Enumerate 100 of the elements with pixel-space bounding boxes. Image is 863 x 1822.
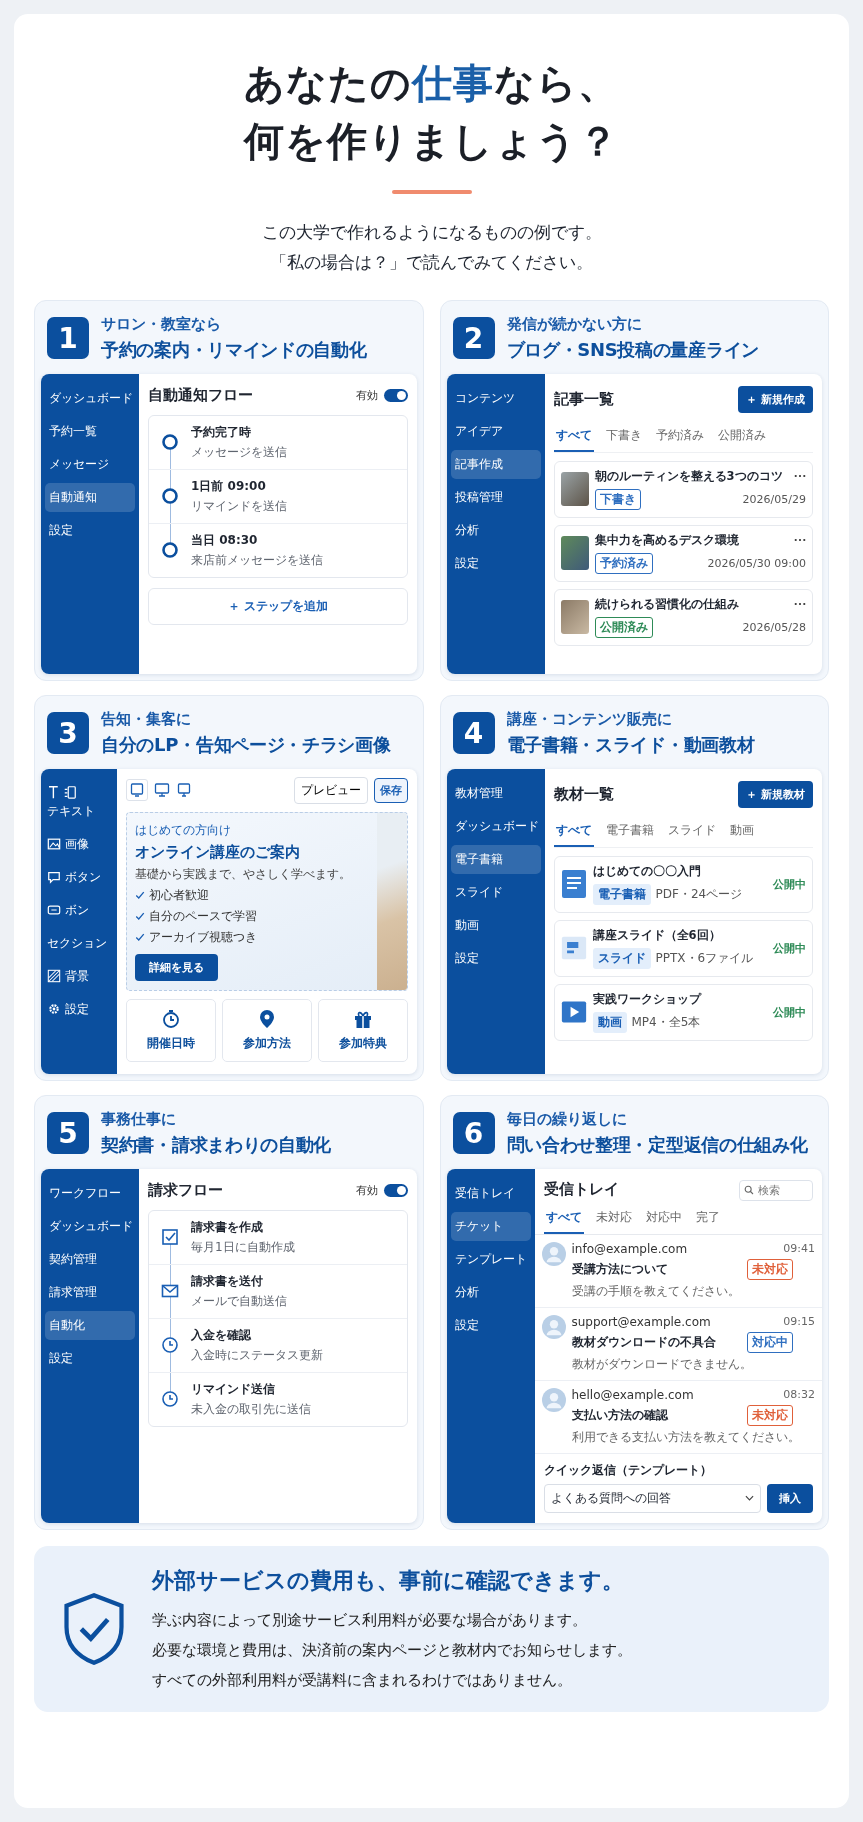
template-select[interactable]: よくある質問への回答 — [543, 1483, 761, 1513]
monitor-icon[interactable] — [154, 782, 170, 798]
tab[interactable]: 公開済み — [715, 422, 768, 452]
notice-text: 必要な環境と費用は、決済前の案内ページと教材内でお知らせします。 — [152, 1639, 632, 1661]
tool-item[interactable]: セクション — [45, 928, 113, 958]
hero-text: 基礎から実践まで、やさしく学べます。 — [135, 865, 351, 883]
message-subject: 支払い方法の確認 — [571, 1406, 668, 1424]
tab[interactable]: 未対応 — [593, 1204, 634, 1234]
tool-item[interactable]: テキスト — [45, 778, 113, 826]
sidebar-item[interactable]: 分析 — [450, 515, 541, 545]
avatar-icon — [541, 1241, 566, 1266]
message-row[interactable]: support@example.com 09:15 教材ダウンロードの不具合 対応中 教材がダウンロードできません。 — [534, 1307, 822, 1381]
sidebar-item[interactable]: メッセージ — [45, 449, 135, 479]
tab[interactable]: 予約済み — [653, 422, 706, 452]
message-row[interactable]: hello@example.com 08:32 支払い方法の確認 未対応 利用できる支払い方法を教えてください。 — [534, 1380, 822, 1454]
step-detail: メールで自動送信 — [191, 1292, 287, 1310]
sidebar-item[interactable]: 投稿管理 — [450, 482, 541, 512]
tab[interactable]: 対応中 — [643, 1204, 684, 1234]
more-icon[interactable] — [794, 602, 806, 606]
sidebar-item[interactable]: 契約管理 — [45, 1244, 135, 1274]
toggle-switch[interactable] — [383, 1183, 408, 1197]
sidebar-item[interactable]: チケット — [450, 1211, 531, 1241]
tool-item[interactable]: 設定 — [45, 994, 113, 1024]
add-step-button[interactable]: ＋ ステップを追加 — [148, 587, 408, 625]
number-badge: 2 — [452, 317, 495, 359]
card-title: 予約の案内・リマインドの自動化 — [101, 337, 367, 362]
status-tag: 公開済み — [594, 616, 653, 638]
tab[interactable]: 電子書籍 — [603, 817, 656, 847]
info-tile[interactable]: 参加特典 — [317, 998, 408, 1062]
sidebar-item[interactable]: 設定 — [450, 943, 541, 973]
sidebar-item[interactable]: ダッシュボード — [450, 811, 541, 841]
insert-button[interactable]: 挿入 — [767, 1483, 813, 1513]
message-row[interactable]: info@example.com 09:41 受講方法について 未対応 受講の手順を教えてください。 — [534, 1234, 822, 1308]
new-button[interactable]: ＋ 新規教材 — [738, 780, 813, 808]
step-detail: 未入金の取引先に送信 — [191, 1400, 311, 1418]
new-button[interactable]: ＋ 新規作成 — [738, 385, 813, 413]
sidebar-item[interactable]: 電子書籍 — [450, 844, 541, 874]
list-item[interactable]: 集中力を高めるデスク環境 予約済み 2026/05/30 09:00 — [553, 524, 813, 582]
sidebar-item[interactable]: アイデア — [450, 416, 541, 446]
sidebar-item[interactable]: 自動通知 — [45, 482, 135, 512]
step-title: 入金を確認 — [191, 1326, 252, 1344]
tab[interactable]: スライド — [665, 817, 718, 847]
feature-point: 初心者歓迎 — [149, 886, 209, 904]
settings-icon — [47, 1002, 61, 1016]
more-icon[interactable] — [794, 538, 806, 542]
info-tile[interactable]: 開催日時 — [126, 998, 216, 1062]
sidebar-item[interactable]: ダッシュボード — [45, 1211, 135, 1241]
list-item[interactable]: 続けられる習慣化の仕組み 公開済み 2026/05/28 — [553, 588, 813, 646]
sidebar-item[interactable]: 設定 — [45, 515, 135, 545]
sidebar-item[interactable]: スライド — [450, 877, 541, 907]
sender-email: support@example.com — [571, 1314, 711, 1329]
tab[interactable]: 下書き — [603, 422, 644, 452]
monitor-icon[interactable] — [176, 782, 192, 798]
tab[interactable]: 完了 — [693, 1204, 722, 1234]
image-icon — [47, 837, 61, 851]
sidebar-item[interactable]: 設定 — [450, 1310, 531, 1340]
tab[interactable]: 動画 — [727, 817, 756, 847]
tool-item[interactable]: ボタン — [45, 862, 113, 892]
sidebar-item[interactable]: 分析 — [450, 1277, 531, 1307]
tablet-icon[interactable] — [126, 779, 148, 801]
sidebar-item[interactable]: ダッシュボード — [45, 383, 135, 413]
item-title: 集中力を高めるデスク環境 — [594, 532, 739, 548]
sidebar-item[interactable]: 教材管理 — [450, 778, 541, 808]
details-button[interactable]: 詳細を見る — [135, 953, 218, 981]
save-button[interactable]: 保存 — [373, 777, 408, 803]
item-meta: MP4・全5本 — [631, 1013, 701, 1031]
more-icon[interactable] — [794, 474, 806, 478]
chevron-down-icon — [745, 1495, 754, 1501]
page-title: あなたの仕事なら、 何を作りましょう？ — [244, 59, 619, 166]
list-item[interactable]: はじめての〇〇入門 電子書籍 PDF・24ページ 公開中 — [553, 855, 813, 913]
preview-button[interactable]: プレビュー — [293, 776, 368, 804]
sidebar-item[interactable]: 設定 — [450, 548, 541, 578]
sidebar-item[interactable]: 予約一覧 — [45, 416, 135, 446]
sidebar-item[interactable]: 記事作成 — [450, 449, 541, 479]
tool-item[interactable]: 画像 — [45, 829, 113, 859]
list-item[interactable]: 実践ワークショップ 動画 MP4・全5本 公開中 — [553, 983, 813, 1041]
sidebar-item[interactable]: 自動化 — [45, 1310, 135, 1340]
tab[interactable]: すべて — [543, 1204, 584, 1234]
sidebar-item[interactable]: 設定 — [45, 1343, 135, 1373]
sidebar-item[interactable]: 動画 — [450, 910, 541, 940]
message-preview: 教材がダウンロードできません。 — [571, 1355, 753, 1373]
sidebar-item[interactable]: テンプレート — [450, 1244, 531, 1274]
toggle-switch[interactable] — [383, 388, 408, 402]
sidebar-item[interactable]: 請求管理 — [45, 1277, 135, 1307]
hatch-icon — [47, 969, 61, 983]
tab[interactable]: すべて — [553, 817, 594, 847]
sidebar-item[interactable]: 受信トレイ — [450, 1178, 531, 1208]
list-item[interactable]: 講座スライド（全6回） スライド PPTX・6ファイル 公開中 — [553, 919, 813, 977]
message-subject: 受講方法について — [571, 1260, 668, 1278]
step-detail: リマインドを送信 — [191, 497, 287, 515]
status-tag: 未対応 — [747, 1258, 793, 1280]
tool-item[interactable]: 背景 — [45, 961, 113, 991]
list-item[interactable]: 朝のルーティンを整える3つのコツ 下書き 2026/05/29 — [553, 460, 813, 518]
step-detail: メッセージを送信 — [191, 443, 287, 461]
info-tile[interactable]: 参加方法 — [221, 998, 312, 1062]
search-field[interactable]: 検索 — [739, 1179, 813, 1201]
tool-item[interactable]: ボン — [45, 895, 113, 925]
sidebar-item[interactable]: ワークフロー — [45, 1178, 135, 1208]
tab[interactable]: すべて — [553, 422, 594, 452]
sidebar-item[interactable]: コンテンツ — [450, 383, 541, 413]
